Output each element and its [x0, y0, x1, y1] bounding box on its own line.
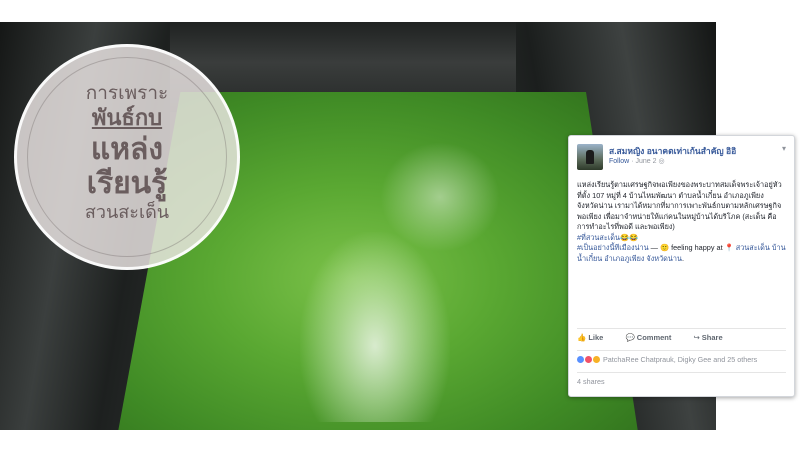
- action-bar: 👍 Like 💬 Comment ↪ Share: [577, 328, 786, 347]
- thumbs-up-icon: 👍: [577, 333, 587, 342]
- post-header: ส.สมหญิง อนาคตเท่าเก้นสำคัญ อิอิ Follow …: [577, 144, 786, 174]
- badge-line-4: เรียนรู้: [86, 166, 168, 201]
- feeling-text: — 🙂 feeling happy at: [648, 243, 725, 252]
- hashtag-link-1[interactable]: #ที่สวนสะเด็น😂😂: [577, 233, 638, 242]
- reactions-text: PatchaRee Chatprauk, Digky Gee and 25 ot…: [603, 355, 758, 364]
- globe-icon: ◎: [658, 158, 665, 165]
- like-reaction-icon: [577, 356, 584, 363]
- like-label: Like: [588, 333, 604, 342]
- post-end-punct: .: [682, 253, 685, 263]
- badge-line-5: สวนสะเด็น: [84, 202, 170, 223]
- love-reaction-icon: [585, 356, 592, 363]
- badge-line-3: แหล่ง: [90, 132, 164, 167]
- like-button[interactable]: 👍 Like: [577, 333, 613, 342]
- reactions-summary[interactable]: PatchaRee Chatprauk, Digky Gee and 25 ot…: [577, 350, 786, 364]
- post-body: แหล่งเรียนรู้ตามเศรษฐกิจพอเพียงของพระบาท…: [577, 180, 786, 264]
- badge-text: การเพราะ พันธ์กบ แหล่ง เรียนรู้ สวนสะเด็…: [17, 81, 237, 225]
- badge-line-1: การเพราะ: [85, 82, 169, 104]
- share-button[interactable]: ↪ Share: [693, 333, 732, 342]
- page-name-link[interactable]: ส.สมหญิง อนาคตเท่าเก้นสำคัญ อิอิ: [609, 144, 736, 158]
- share-icon: ↪: [693, 333, 700, 342]
- comment-icon: 💬: [625, 333, 635, 342]
- hashtag-link-2[interactable]: #เป็นอย่างนี้ทีเมืองน่าน: [577, 243, 649, 252]
- post-meta: Follow · June 2 ◎: [609, 157, 665, 165]
- post-text: แหล่งเรียนรู้ตามเศรษฐกิจพอเพียงของพระบาท…: [577, 180, 782, 231]
- comment-button[interactable]: 💬 Comment: [625, 333, 681, 342]
- title-badge: การเพราะ พันธ์กบ แหล่ง เรียนรู้ สวนสะเด็…: [14, 44, 240, 270]
- comment-label: Comment: [636, 333, 672, 342]
- follow-link[interactable]: Follow: [609, 158, 629, 165]
- water-glare: [300, 232, 450, 422]
- water-glare-secondary: [380, 142, 500, 252]
- share-label: Share: [701, 333, 723, 342]
- post-date[interactable]: June 2: [635, 158, 656, 165]
- avatar[interactable]: [577, 144, 603, 170]
- badge-line-2: พันธ์กบ: [91, 106, 163, 131]
- chevron-down-icon[interactable]: ▾: [782, 144, 786, 153]
- facebook-post-card: ส.สมหญิง อนาคตเท่าเก้นสำคัญ อิอิ Follow …: [568, 135, 795, 397]
- shares-count[interactable]: 4 shares: [577, 372, 786, 386]
- haha-reaction-icon: [593, 356, 600, 363]
